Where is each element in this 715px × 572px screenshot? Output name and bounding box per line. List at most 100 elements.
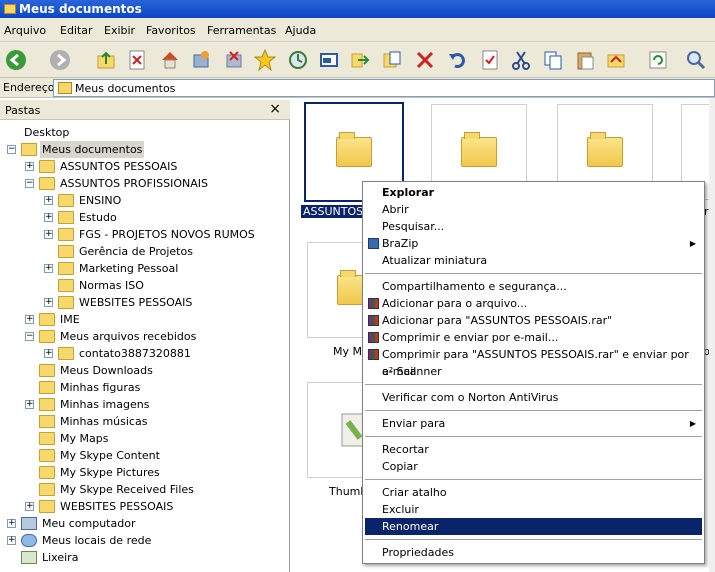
- tree-item[interactable]: + WEBSITES PESSOAIS: [0, 294, 289, 311]
- menu-item-explorar[interactable]: Explorar: [365, 184, 702, 201]
- map-drive-icon[interactable]: [317, 48, 341, 72]
- brazip-icon: [368, 238, 379, 249]
- home-icon[interactable]: [158, 48, 182, 72]
- expand-icon[interactable]: +: [25, 400, 34, 409]
- back-icon[interactable]: [4, 48, 28, 72]
- properties-icon[interactable]: [478, 48, 502, 72]
- tree-item[interactable]: + FGS - PROJETOS NOVOS RUMOS: [0, 226, 289, 243]
- expand-icon[interactable]: +: [44, 349, 53, 358]
- collapse-icon[interactable]: −: [25, 179, 34, 188]
- submenu-arrow-icon: ▶: [689, 419, 696, 428]
- menu-item-atualizar-miniatura[interactable]: Atualizar miniatura: [365, 252, 702, 269]
- expand-icon[interactable]: +: [25, 502, 34, 511]
- forward-icon[interactable]: [48, 48, 72, 72]
- menu-item-recortar[interactable]: Recortar: [365, 441, 702, 458]
- tree-item[interactable]: + contato3887320881: [0, 345, 289, 362]
- favorites-star-icon[interactable]: [253, 48, 277, 72]
- tree-item-label: Minhas músicas: [60, 415, 148, 428]
- menu-item-label: Renomear: [382, 520, 439, 533]
- paste-icon[interactable]: [573, 48, 597, 72]
- expand-icon[interactable]: +: [25, 162, 34, 171]
- sync-icon[interactable]: [286, 48, 310, 72]
- menu-item-enviar-para[interactable]: Enviar para ▶: [365, 415, 702, 432]
- menu-item-comprimir-e-enviar-por-e-mail[interactable]: Comprimir e enviar por e-mail...: [365, 329, 702, 346]
- menu-item-criar-atalho[interactable]: Criar atalho: [365, 484, 702, 501]
- tree-item[interactable]: Desktop: [0, 124, 289, 141]
- tree-item[interactable]: + Meus locais de rede: [0, 532, 289, 549]
- tree-item[interactable]: + Marketing Pessoal: [0, 260, 289, 277]
- menu-item-adicionar-para-assuntos-pessoais-rar[interactable]: Adicionar para "ASSUNTOS PESSOAIS.rar": [365, 312, 702, 329]
- address-field[interactable]: Meus documentos: [53, 79, 715, 97]
- menu-item-a-scanner[interactable]: a² Scanner: [365, 363, 702, 380]
- menu-editar[interactable]: Editar: [60, 24, 93, 37]
- menu-item-pesquisar[interactable]: Pesquisar...: [365, 218, 702, 235]
- expand-icon[interactable]: +: [7, 519, 16, 528]
- move-to-icon[interactable]: [222, 48, 246, 72]
- tree-item[interactable]: Minhas músicas: [0, 413, 289, 430]
- copy-icon[interactable]: [541, 48, 565, 72]
- close-icon[interactable]: ×: [269, 101, 281, 117]
- tree-item[interactable]: Gerência de Projetos: [0, 243, 289, 260]
- arrow-icon[interactable]: [348, 48, 372, 72]
- tree-item[interactable]: My Skype Received Files: [0, 481, 289, 498]
- tree-item[interactable]: − ASSUNTOS PROFISSIONAIS: [0, 175, 289, 192]
- cancel-x-icon[interactable]: [413, 48, 437, 72]
- tree-item[interactable]: Minhas figuras: [0, 379, 289, 396]
- tree-item[interactable]: − Meus arquivos recebidos: [0, 328, 289, 345]
- menu-item-renomear[interactable]: Renomear: [365, 518, 702, 535]
- search-icon[interactable]: [684, 48, 708, 72]
- menu-favoritos[interactable]: Favoritos: [146, 24, 196, 37]
- tree-item[interactable]: + ENSINO: [0, 192, 289, 209]
- tree-item[interactable]: + Meu computador: [0, 515, 289, 532]
- copy-to-icon[interactable]: [380, 48, 404, 72]
- menu-item-label: Adicionar para "ASSUNTOS PESSOAIS.rar": [382, 314, 613, 327]
- menu-item-abrir[interactable]: Abrir: [365, 201, 702, 218]
- delete-icon[interactable]: [125, 48, 149, 72]
- expand-icon[interactable]: +: [44, 196, 53, 205]
- menu-item-brazip[interactable]: BraZip ▶: [365, 235, 702, 252]
- tree-item[interactable]: My Skype Pictures: [0, 464, 289, 481]
- scrollbar[interactable]: [709, 98, 715, 572]
- tree-item[interactable]: + ASSUNTOS PESSOAIS: [0, 158, 289, 175]
- address-label: Endereço: [3, 81, 55, 94]
- menu-item-verificar-com-o-norton-antivirus[interactable]: Verificar com o Norton AntiVirus: [365, 389, 702, 406]
- menu-item-copiar[interactable]: Copiar: [365, 458, 702, 475]
- tree-item[interactable]: Normas ISO: [0, 277, 289, 294]
- undo-icon[interactable]: [445, 48, 469, 72]
- tree-item[interactable]: Meus Downloads: [0, 362, 289, 379]
- menu-item-propriedades[interactable]: Propriedades: [365, 544, 702, 561]
- refresh-icon[interactable]: [646, 48, 670, 72]
- tree-item[interactable]: + IME: [0, 311, 289, 328]
- menu-ferramentas[interactable]: Ferramentas: [207, 24, 276, 37]
- tree-item[interactable]: My Skype Content: [0, 447, 289, 464]
- up-folder-icon[interactable]: [94, 48, 118, 72]
- folder-icon: [587, 132, 623, 167]
- move-icon[interactable]: [604, 48, 628, 72]
- cut-icon[interactable]: [509, 48, 533, 72]
- menu-item-adicionar-para-o-arquivo[interactable]: Adicionar para o arquivo...: [365, 295, 702, 312]
- expand-icon[interactable]: +: [44, 264, 53, 273]
- title-bar: Meus documentos: [0, 0, 715, 18]
- menu-item-compartilhamento-e-seguranca[interactable]: Compartilhamento e segurança...: [365, 278, 702, 295]
- collapse-icon[interactable]: −: [25, 332, 34, 341]
- tree-item[interactable]: My Maps: [0, 430, 289, 447]
- expand-icon[interactable]: +: [44, 298, 53, 307]
- collapse-icon[interactable]: −: [7, 145, 16, 154]
- tree-item[interactable]: + WEBSITES PESSOAIS: [0, 498, 289, 515]
- menu-item-comprimir-para-assuntos-pessoais-rar-e-enviar-por-e-mail[interactable]: Comprimir para "ASSUNTOS PESSOAIS.rar" e…: [365, 346, 702, 378]
- menu-item-excluir[interactable]: Excluir: [365, 501, 702, 518]
- expand-icon[interactable]: +: [25, 315, 34, 324]
- tree-item[interactable]: Lixeira: [0, 549, 289, 566]
- menu-arquivo[interactable]: Arquivo: [4, 24, 46, 37]
- tree-item[interactable]: + Estudo: [0, 209, 289, 226]
- tree-item[interactable]: − Meus documentos: [0, 141, 289, 158]
- expand-icon[interactable]: +: [44, 230, 53, 239]
- tree-item[interactable]: + Minhas imagens: [0, 396, 289, 413]
- history-icon[interactable]: [189, 48, 213, 72]
- tree-item-label: contato3887320881: [79, 347, 191, 360]
- expand-icon[interactable]: +: [44, 213, 53, 222]
- expand-icon[interactable]: +: [7, 536, 16, 545]
- menu-ajuda[interactable]: Ajuda: [285, 24, 316, 37]
- menu-exibir[interactable]: Exibir: [104, 24, 135, 37]
- folders-pane-header: Pastas ×: [0, 100, 290, 120]
